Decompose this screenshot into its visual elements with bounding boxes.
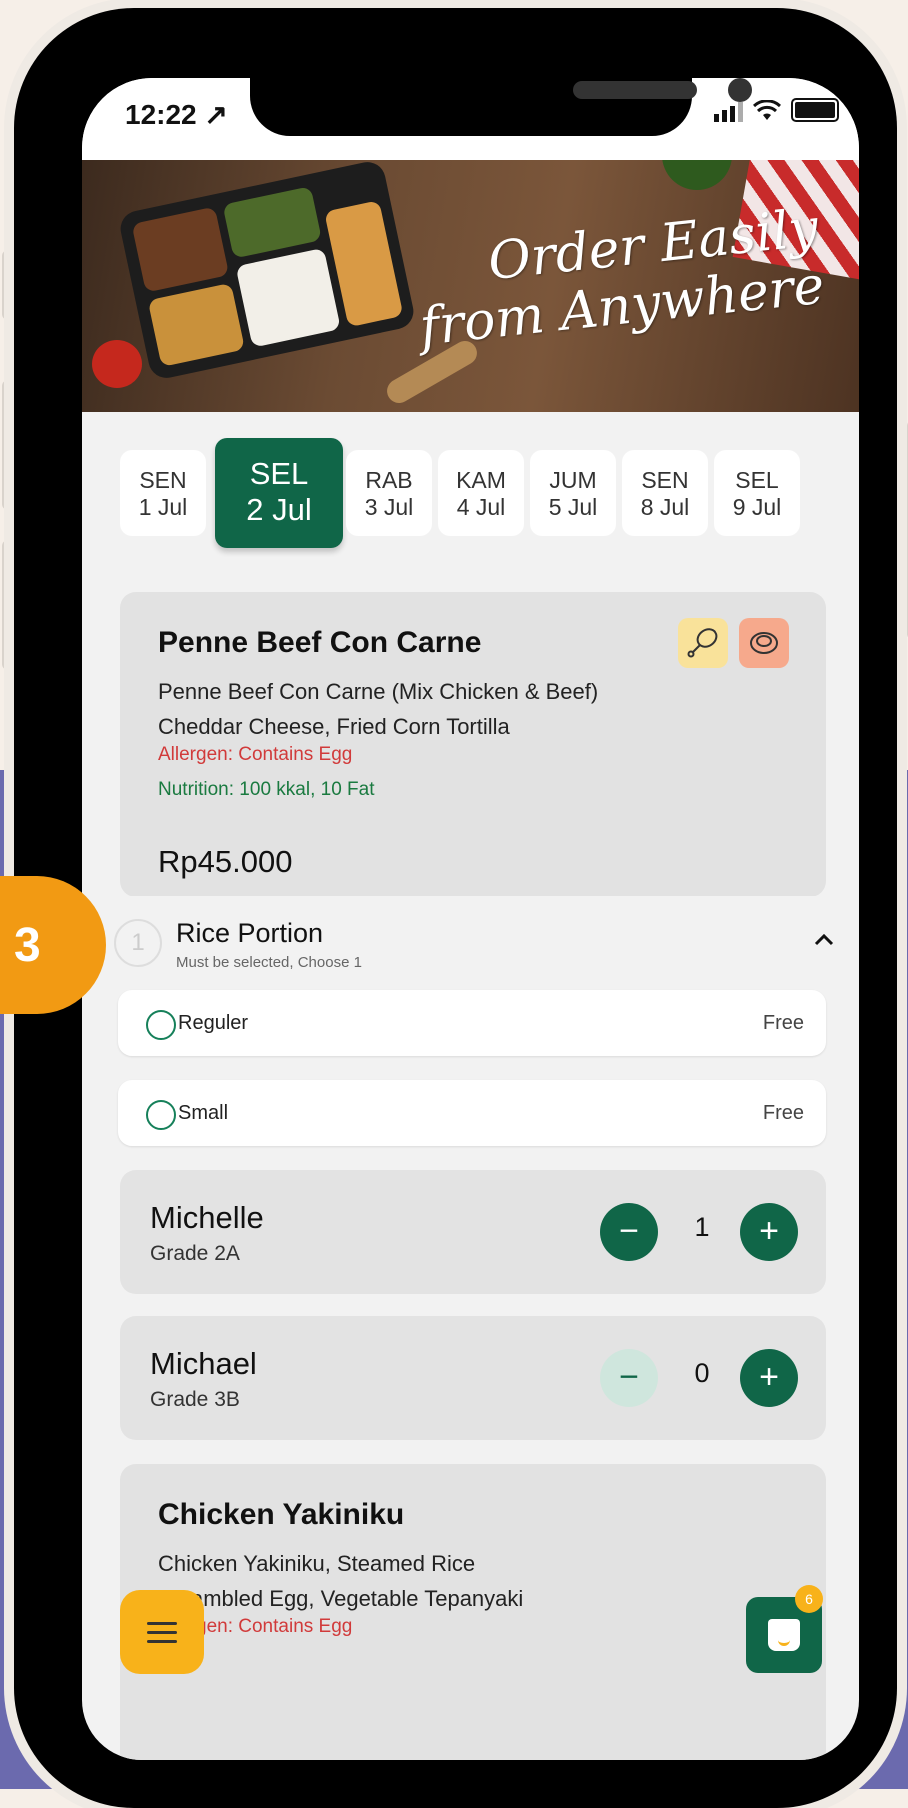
front-camera [728,78,752,102]
promo-banner[interactable]: Order Easily from Anywhere [82,160,859,412]
quantity-value: 0 [694,1358,710,1388]
quantity-value: 1 [694,1212,710,1242]
increase-quantity-button[interactable]: + [740,1203,798,1261]
menu-item-card[interactable]: Penne Beef Con Carne Penne Beef Con Carn… [120,592,826,897]
chicken-leg-icon [678,618,728,668]
menu-icon[interactable] [120,1590,204,1674]
option-price: Free [762,1102,804,1124]
menu-item-card[interactable]: Chicken Yakiniku Chicken Yakiniku, Steam… [120,1464,826,1760]
nutrition-text: Nutrition: 100 kkal, 10 Fat [158,779,375,800]
app-screen: 12:22 ↗ Order Easily from Anywhere SEN 1… [82,78,859,1760]
date-chip[interactable]: SEN 1 Jul [120,450,206,536]
decrease-quantity-button[interactable]: − [600,1349,658,1407]
step-number: 1 [114,919,162,967]
student-name: Michelle [150,1200,264,1235]
decrease-quantity-button[interactable]: − [600,1203,658,1261]
status-icons [714,98,839,122]
student-name: Michael [150,1346,257,1381]
option-label: Small [178,1102,229,1124]
date-chip[interactable]: RAB 3 Jul [346,450,432,536]
portion-option-small[interactable]: Small Free [118,1080,826,1146]
status-time: 12:22 ↗ [125,99,228,130]
student-row-michelle: Michelle Grade 2A − 1 + [120,1170,826,1294]
radio-button[interactable] [146,1010,176,1040]
portion-option-reguler[interactable]: Reguler Free [118,990,826,1056]
option-price: Free [762,1012,804,1034]
speaker-grille [573,81,697,99]
item-title: Penne Beef Con Carne [158,626,482,659]
chevron-up-icon[interactable] [813,926,835,952]
portion-title: Rice Portion [176,918,324,948]
date-chip[interactable]: SEN 8 Jul [622,450,708,536]
increase-quantity-button[interactable]: + [740,1349,798,1407]
tomato-decoration [92,340,142,388]
item-price: Rp45.000 [158,844,293,879]
allergen-text: Allergen: Contains Egg [158,744,353,765]
student-row-michael: Michael Grade 3B − 0 + [120,1316,826,1440]
date-chip[interactable]: SEL 9 Jul [714,450,800,536]
date-selector: SEN 1 Jul SEL 2 Jul RAB 3 Jul KAM 4 Jul JUM 5… [120,438,859,548]
date-chip[interactable]: KAM 4 Jul [438,450,524,536]
portion-subtitle: Must be selected, Choose 1 [176,954,362,971]
item-title: Chicken Yakiniku [158,1498,405,1531]
student-grade: Grade 3B [150,1388,240,1411]
bento-tray-image [117,160,417,382]
battery-icon [791,98,839,122]
date-chip-selected[interactable]: SEL 2 Jul [215,438,343,548]
signal-icon [714,102,743,122]
bowl-decoration [662,160,732,190]
phone-notch [250,78,752,136]
option-label: Reguler [178,1012,249,1034]
phone-frame: 12:22 ↗ Order Easily from Anywhere SEN 1… [14,8,897,1808]
item-description: Penne Beef Con Carne (Mix Chicken & Beef… [158,679,599,739]
date-chip[interactable]: JUM 5 Jul [530,450,616,536]
item-description: Chicken Yakiniku, Steamed Rice Scrambled… [158,1551,524,1611]
rice-portion-header[interactable]: 1 Rice Portion Must be selected, Choose … [82,896,859,988]
shopping-bag-icon [768,1619,800,1651]
wifi-icon [753,100,781,120]
cart-count-badge: 6 [795,1585,823,1613]
student-grade: Grade 2A [150,1242,240,1265]
meat-steak-icon [739,618,789,668]
banner-title: Order Easily from Anywhere [407,198,827,358]
radio-button[interactable] [146,1100,176,1130]
